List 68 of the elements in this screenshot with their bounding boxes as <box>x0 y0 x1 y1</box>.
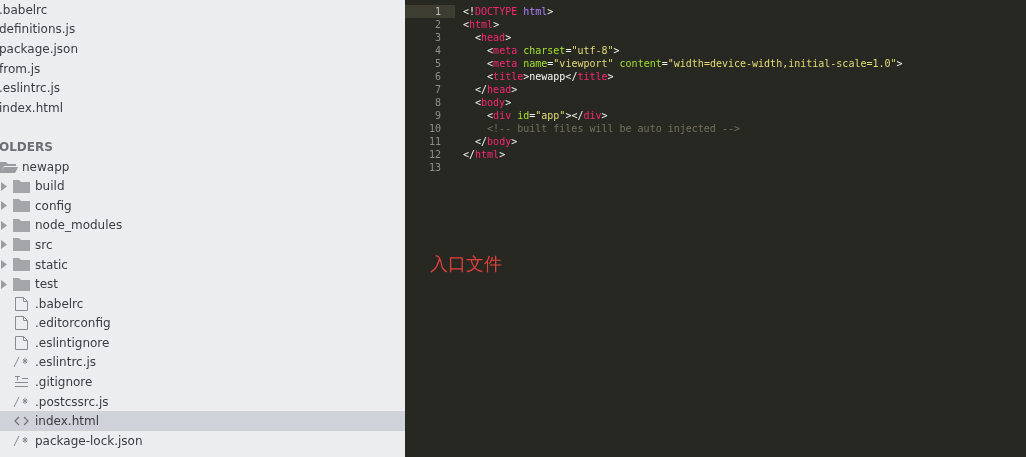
open-file-item[interactable]: index.html <box>0 100 63 115</box>
collapsed-arrow-icon[interactable] <box>1 260 7 269</box>
slash-asterisk-icon <box>13 357 30 368</box>
line-number: 9 <box>434 110 441 121</box>
file-item[interactable]: .postcssrc.js <box>35 394 109 409</box>
code-line: <div id="app"></div> <box>486 110 608 121</box>
text-lines-icon <box>13 376 30 389</box>
file-item[interactable]: static <box>35 257 68 272</box>
file-item[interactable]: build <box>35 179 65 194</box>
line-number: 12 <box>428 149 441 160</box>
file-item[interactable]: .gitignore <box>35 375 93 390</box>
folder-item[interactable]: newapp <box>22 159 70 174</box>
line-number: 8 <box>434 97 441 108</box>
code-line: <body> <box>474 97 512 108</box>
code-line: <title>newapp</title> <box>486 71 614 82</box>
line-number: 6 <box>434 71 441 82</box>
file-item[interactable]: .babelrc <box>35 296 84 311</box>
line-number: 7 <box>434 84 441 95</box>
line-number: 11 <box>428 136 441 147</box>
code-line: </head> <box>474 84 518 95</box>
code-line: <!DOCTYPE html> <box>463 6 554 17</box>
collapsed-arrow-icon[interactable] <box>1 240 7 250</box>
collapsed-arrow-icon[interactable] <box>1 279 7 289</box>
line-number: 5 <box>434 58 441 69</box>
open-file-item[interactable]: definitions.js <box>0 22 76 37</box>
slash-asterisk-icon <box>13 435 30 446</box>
file-item[interactable]: .eslintrc.js <box>35 355 97 370</box>
folders-header: OLDERS <box>0 139 53 154</box>
open-file-item[interactable]: .eslintrc.js <box>0 81 61 96</box>
folder-icon <box>13 277 30 291</box>
open-file-item[interactable]: .babelrc <box>0 2 48 17</box>
code-line: </body> <box>474 136 518 147</box>
code-line: </html> <box>463 149 506 160</box>
line-number: 13 <box>428 162 441 173</box>
file-item[interactable]: node_modules <box>35 218 123 233</box>
file-icon <box>13 316 30 331</box>
code-brackets-icon <box>13 416 30 427</box>
code-line: <head> <box>474 32 512 43</box>
file-item[interactable]: .eslintignore <box>35 335 110 350</box>
folder-icon <box>13 199 30 213</box>
slash-asterisk-icon <box>13 396 30 407</box>
file-item[interactable]: package-lock.json <box>35 433 143 448</box>
file-item[interactable]: src <box>35 237 53 252</box>
open-file-item[interactable]: from.js <box>0 61 41 76</box>
line-number: 1 <box>434 6 441 17</box>
annotation-text: 入口文件 <box>430 253 502 274</box>
file-item[interactable]: .editorconfig <box>35 316 111 331</box>
file-icon <box>13 296 30 311</box>
line-number: 4 <box>434 45 441 56</box>
folder-icon <box>13 179 30 193</box>
line-number: 2 <box>434 19 441 30</box>
line-number: 3 <box>434 32 441 43</box>
code-line: <!-- built files will be auto injected --> <box>486 123 740 134</box>
file-item[interactable]: config <box>35 198 72 213</box>
folder-icon <box>13 238 30 252</box>
collapsed-arrow-icon[interactable] <box>1 220 7 230</box>
code-line: <html> <box>463 19 500 30</box>
code-line: <meta charset="utf-8"> <box>486 45 620 56</box>
file-icon <box>13 335 30 350</box>
folder-icon <box>13 258 30 271</box>
code-line: <meta name="viewport" content="width=device-width,initial-scale=1.0"> <box>486 58 903 69</box>
file-item[interactable]: test <box>35 277 59 292</box>
folder-icon <box>13 218 30 232</box>
line-number: 10 <box>428 123 441 134</box>
file-item[interactable]: index.html <box>35 414 99 429</box>
collapsed-arrow-icon[interactable] <box>1 181 7 191</box>
collapsed-arrow-icon[interactable] <box>1 201 7 211</box>
open-file-item[interactable]: package.json <box>0 42 78 56</box>
